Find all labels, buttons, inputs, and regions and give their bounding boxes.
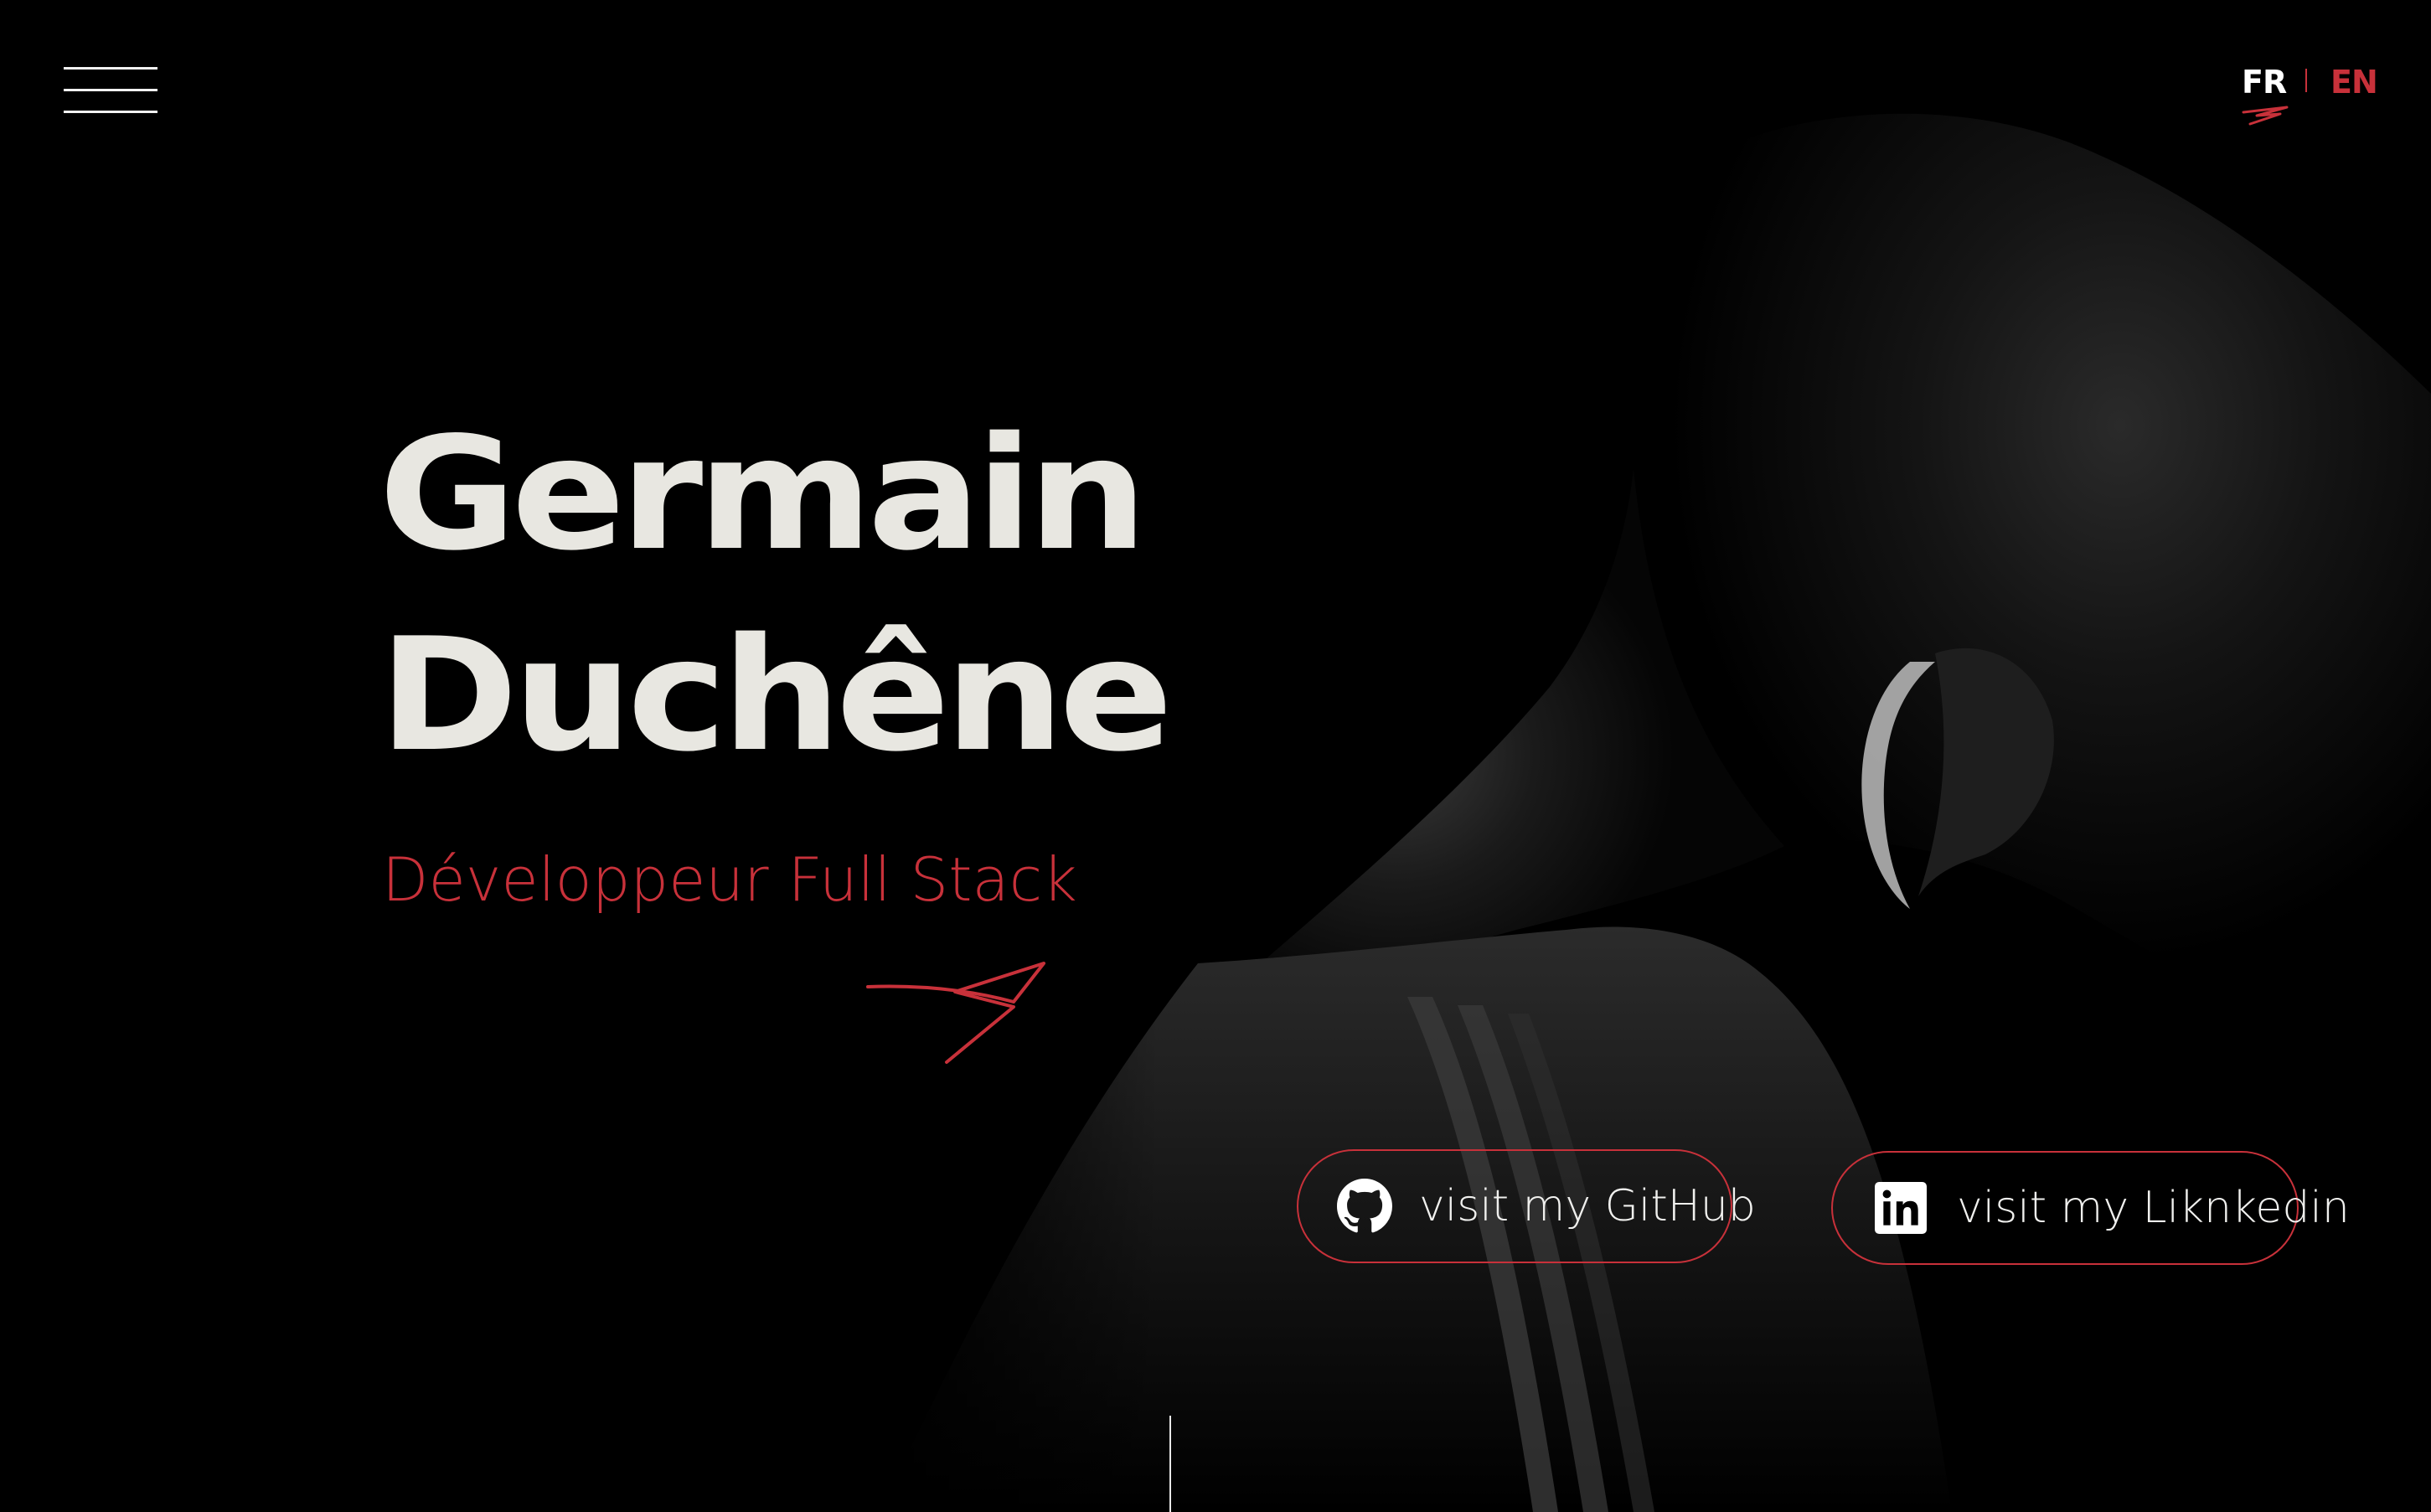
lang-separator [2305,69,2307,92]
menu-line [64,111,157,113]
red-scribble-arrow-icon [866,962,1045,1064]
linkedin-button[interactable]: visit my Liknkedin [1831,1151,2350,1265]
menu-line [64,67,157,70]
github-icon [1337,1179,1392,1234]
github-button[interactable]: visit my GitHub [1297,1149,1756,1263]
scroll-indicator-line [1169,1416,1171,1512]
lang-en-button[interactable]: EN [2330,64,2378,101]
lang-fr-button[interactable]: FR [2242,64,2287,101]
hero-name: Germain Duchêne [379,394,1283,796]
menu-line [64,89,157,91]
job-title: Développeur Full Stack [382,844,1077,915]
hamburger-menu-button[interactable] [64,67,157,116]
active-lang-scribble-icon [2242,106,2289,126]
linkedin-button-label: visit my Liknkedin [1957,1183,2350,1233]
last-name: Duchêne [379,604,1173,786]
hero-section: FR EN Germain Duchêne Développeur Full S… [0,0,2431,1512]
github-button-label: visit my GitHub [1419,1181,1756,1231]
first-name: Germain [379,403,1148,585]
language-switch: FR EN [2238,62,2389,129]
linkedin-icon [1873,1180,1928,1236]
